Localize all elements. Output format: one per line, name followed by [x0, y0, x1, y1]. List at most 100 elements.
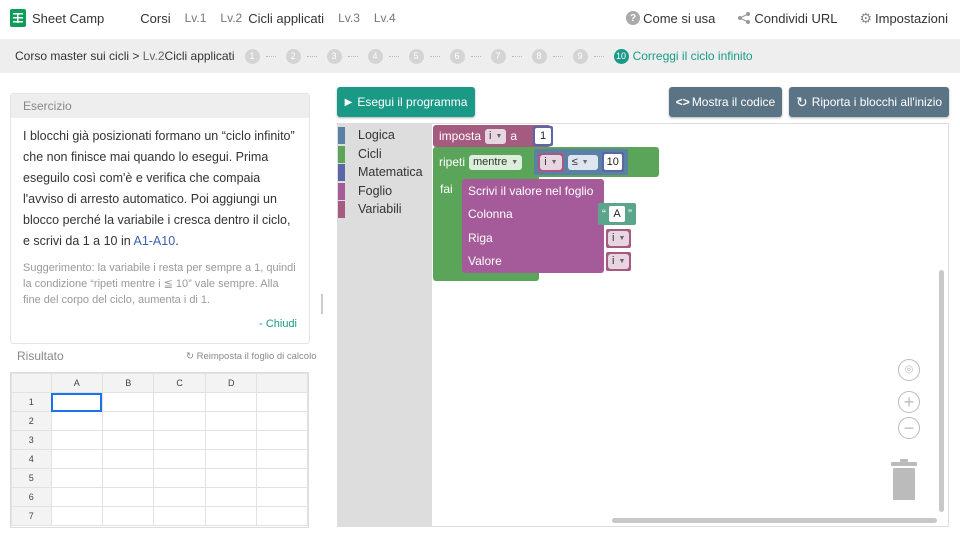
nav-courses-link[interactable]: Corsi: [140, 11, 170, 26]
cell[interactable]: [101, 468, 155, 488]
step-10-active[interactable]: 10 Correggi il ciclo infinito: [613, 48, 753, 64]
number-field[interactable]: 10: [603, 154, 622, 170]
row-header[interactable]: 2: [11, 411, 52, 431]
cell[interactable]: [101, 506, 155, 526]
variable-dropdown[interactable]: i ▼: [608, 253, 630, 269]
row-header[interactable]: 5: [11, 468, 52, 488]
repeat-mode-dropdown[interactable]: mentre ▼: [469, 154, 523, 170]
variable-dropdown[interactable]: i ▼: [540, 154, 562, 170]
step-7[interactable]: 7: [490, 48, 522, 64]
cell[interactable]: [153, 506, 206, 526]
cell[interactable]: [153, 430, 206, 450]
row-header[interactable]: 6: [11, 487, 52, 507]
toolbox-category-math[interactable]: Matematica: [338, 163, 432, 182]
reset-blocks-button[interactable]: ↻ Riporta i blocchi all'inizio: [789, 87, 949, 117]
close-hint-link[interactable]: - Chiudi: [23, 314, 297, 337]
cell[interactable]: [204, 468, 258, 488]
workspace-horizontal-scrollbar[interactable]: [612, 518, 937, 523]
cell[interactable]: [153, 487, 206, 507]
cell[interactable]: [204, 392, 258, 412]
cell[interactable]: [204, 506, 258, 526]
app-logo[interactable]: Sheet Camp: [10, 9, 104, 27]
panel-splitter-handle[interactable]: [321, 294, 323, 314]
step-3[interactable]: 3: [326, 48, 358, 64]
text-block[interactable]: “ A ”: [598, 203, 636, 225]
set-variable-block[interactable]: imposta i ▼ a 1: [433, 125, 554, 147]
nav-level-4[interactable]: Lv.4: [374, 11, 396, 25]
cell[interactable]: [204, 487, 258, 507]
cell[interactable]: [256, 468, 308, 488]
cell[interactable]: [101, 449, 155, 469]
cell[interactable]: [153, 392, 206, 412]
operator-dropdown[interactable]: ≤ ▼: [567, 154, 598, 170]
variable-block[interactable]: i ▼: [606, 228, 632, 248]
breadcrumb-course[interactable]: Corso master sui cicli > Lv.2Cicli appli…: [15, 49, 235, 63]
column-header[interactable]: C: [153, 373, 206, 393]
step-1[interactable]: 1: [244, 48, 276, 64]
cell[interactable]: [204, 449, 258, 469]
variable-dropdown[interactable]: i ▼: [608, 230, 630, 246]
row-header[interactable]: 1: [11, 392, 52, 412]
share-url-link[interactable]: Condividi URL: [737, 11, 837, 26]
cell[interactable]: [50, 430, 103, 450]
workspace-vertical-scrollbar[interactable]: [939, 270, 944, 512]
cell[interactable]: [50, 468, 103, 488]
blockly-workspace[interactable]: Logica Cicli Matematica Foglio Variabili…: [337, 123, 949, 527]
row-header[interactable]: 3: [11, 430, 52, 450]
nav-level-1[interactable]: Lv.1: [185, 11, 207, 25]
variable-block[interactable]: i ▼: [606, 251, 632, 271]
step-6[interactable]: 6: [449, 48, 481, 64]
cell[interactable]: [256, 430, 308, 450]
selected-cell[interactable]: [50, 392, 103, 412]
cell[interactable]: [50, 506, 103, 526]
cell[interactable]: [101, 487, 155, 507]
nav-current-level-title[interactable]: Cicli applicati: [248, 11, 324, 26]
row-header[interactable]: 4: [11, 449, 52, 469]
number-block[interactable]: 1: [533, 126, 554, 146]
toolbox-category-logic[interactable]: Logica: [338, 126, 432, 145]
toolbox-category-loops[interactable]: Cicli: [338, 145, 432, 164]
step-5[interactable]: 5: [408, 48, 440, 64]
cell[interactable]: [50, 449, 103, 469]
trash-icon[interactable]: [889, 459, 919, 501]
text-field[interactable]: A: [609, 206, 625, 222]
column-header[interactable]: D: [204, 373, 258, 393]
step-9[interactable]: 9: [572, 48, 604, 64]
cell[interactable]: [50, 411, 103, 431]
cell[interactable]: [256, 506, 308, 526]
nav-level-3[interactable]: Lv.3: [338, 11, 360, 25]
step-2[interactable]: 2: [285, 48, 317, 64]
spreadsheet-grid[interactable]: A B C D 1 2 3 4 5 6 7: [10, 372, 309, 528]
compare-block[interactable]: i ▼ ≤ ▼ 10: [534, 149, 628, 175]
recenter-icon[interactable]: ◎: [898, 359, 920, 381]
cell[interactable]: [153, 468, 206, 488]
toolbox-category-variables[interactable]: Variabili: [338, 200, 432, 219]
settings-link[interactable]: ⚙ Impostazioni: [859, 10, 948, 27]
cell[interactable]: [204, 411, 258, 431]
zoom-in-icon[interactable]: +: [898, 391, 920, 413]
cell[interactable]: [256, 487, 308, 507]
column-header[interactable]: A: [50, 373, 103, 393]
cell[interactable]: [50, 487, 103, 507]
cell[interactable]: [204, 430, 258, 450]
reset-sheet-link[interactable]: ↻ Reimposta il foglio di calcolo: [186, 351, 316, 362]
cell[interactable]: [101, 392, 155, 412]
row-header[interactable]: 7: [11, 506, 52, 526]
cell[interactable]: [256, 411, 308, 431]
number-block[interactable]: 10: [601, 152, 624, 172]
cell[interactable]: [101, 430, 155, 450]
toolbox-category-sheet[interactable]: Foglio: [338, 182, 432, 201]
how-to-link[interactable]: ? Come si usa: [626, 11, 715, 26]
run-program-button[interactable]: ▶ Esegui il programma: [337, 87, 475, 117]
set-variable-dropdown[interactable]: i ▼: [485, 128, 507, 144]
cell[interactable]: [153, 411, 206, 431]
zoom-out-icon[interactable]: −: [898, 417, 920, 439]
column-header[interactable]: B: [101, 373, 155, 393]
cell[interactable]: [153, 449, 206, 469]
step-8[interactable]: 8: [531, 48, 563, 64]
variable-block[interactable]: i ▼: [538, 152, 564, 172]
number-field[interactable]: 1: [535, 128, 552, 144]
cell[interactable]: [256, 392, 308, 412]
show-code-button[interactable]: <> Mostra il codice: [669, 87, 782, 117]
step-4[interactable]: 4: [367, 48, 399, 64]
